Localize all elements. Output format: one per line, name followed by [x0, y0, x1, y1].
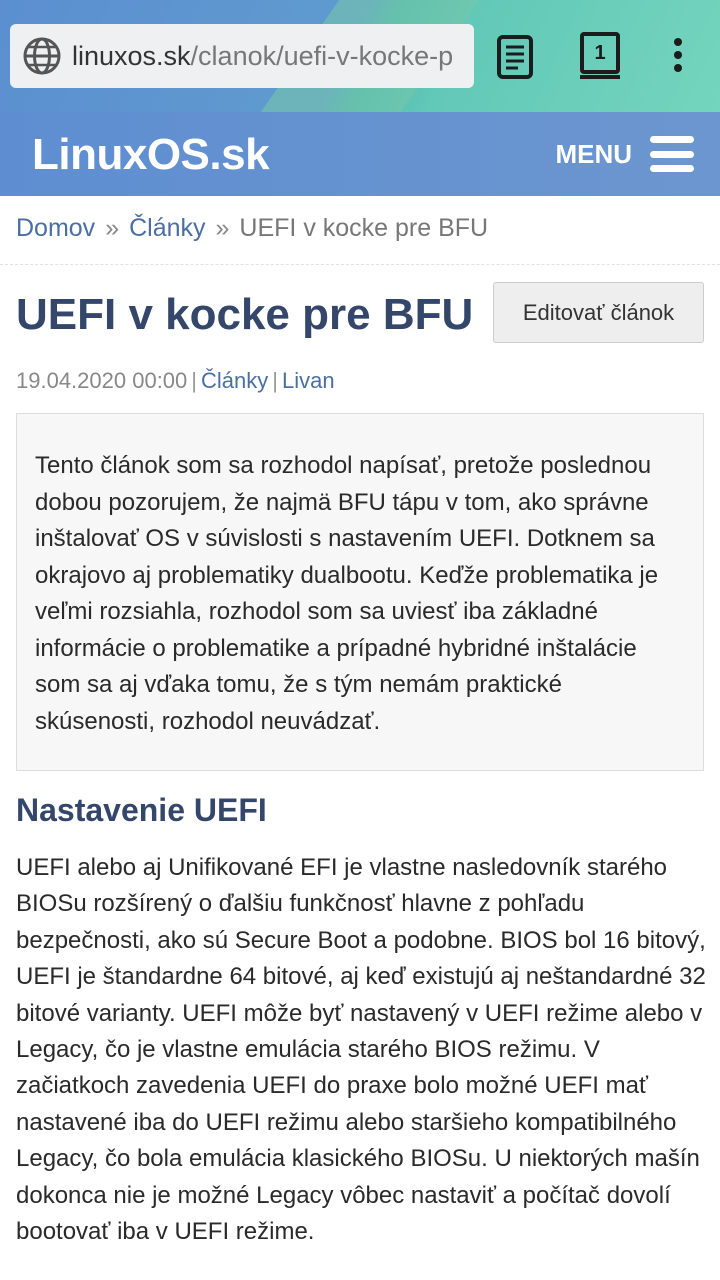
article-intro-text: Tento článok som sa rozhodol napísať, pr… [35, 452, 659, 735]
menu-label: MENU [555, 138, 632, 169]
article-intro-box: Tento článok som sa rozhodol napísať, pr… [16, 413, 704, 771]
section-body-text: UEFI alebo aj Unifikované EFI je vlastne… [16, 854, 706, 1246]
breadcrumb-separator: » [215, 214, 230, 242]
edit-article-button[interactable]: Editovať článok [493, 282, 704, 343]
page-title: UEFI v kocke pre BFU [16, 290, 474, 339]
site-logo[interactable]: LinuxOS.sk [32, 130, 270, 180]
breadcrumb-current: UEFI v kocke pre BFU [239, 214, 489, 242]
more-vert-icon[interactable] [666, 38, 690, 78]
section-heading: Nastavenie UEFI [16, 792, 267, 828]
site-header: LinuxOS.sk MENU [0, 112, 720, 196]
article-category-link[interactable]: Články [201, 368, 268, 393]
article-meta: 19.04.2020 00:00 | Články | Livan [16, 368, 335, 393]
url-domain: linuxos.sk [72, 40, 191, 71]
url-path: /clanok/uefi-v-kocke-p [190, 40, 454, 71]
url-text: linuxos.sk/clanok/uefi-v-kocke-p [72, 41, 453, 72]
address-bar[interactable]: linuxos.sk/clanok/uefi-v-kocke-p [10, 24, 474, 88]
reader-mode-icon[interactable] [496, 34, 536, 80]
menu-button[interactable]: MENU [555, 136, 694, 172]
divider [0, 264, 720, 265]
breadcrumb-articles[interactable]: Články [129, 214, 205, 242]
article-author-link[interactable]: Livan [282, 368, 335, 393]
hamburger-menu-icon [650, 136, 694, 172]
browser-toolbar: linuxos.sk/clanok/uefi-v-kocke-p 1 [0, 0, 720, 112]
breadcrumb: Domov » Články » UEFI v kocke pre BFU [16, 214, 488, 243]
globe-icon [23, 37, 61, 75]
breadcrumb-separator: » [105, 214, 120, 242]
breadcrumb-home[interactable]: Domov [16, 214, 95, 242]
tabs-counter-icon[interactable]: 1 [580, 32, 620, 79]
article-date: 19.04.2020 00:00 [16, 368, 188, 393]
